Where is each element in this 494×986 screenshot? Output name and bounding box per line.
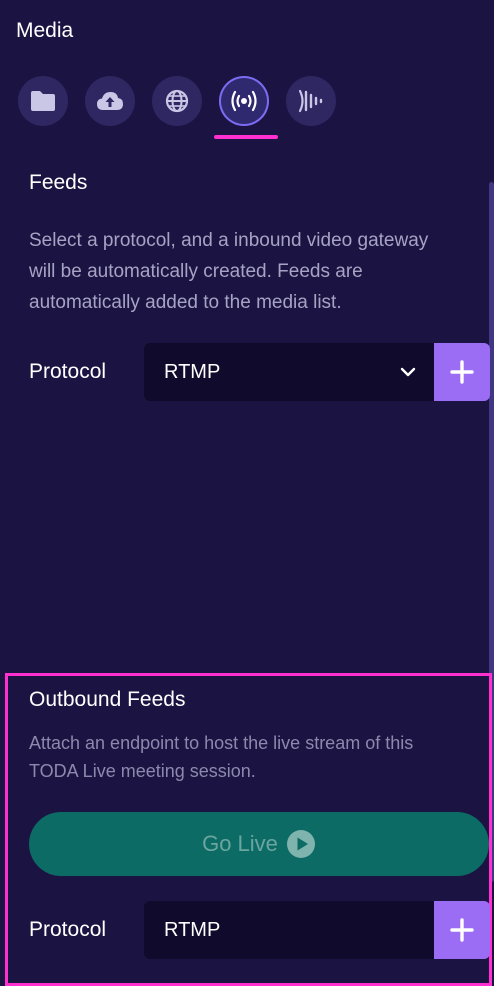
outbound-title: Outbound Feeds: [29, 688, 186, 711]
plus-icon: [450, 918, 474, 942]
page-title: Media: [16, 19, 74, 42]
folder-icon: [31, 91, 55, 111]
broadcast-icon: [231, 90, 257, 112]
tab-audio[interactable]: [286, 76, 336, 126]
go-live-button[interactable]: Go Live: [29, 812, 489, 876]
play-circle-icon: [286, 829, 316, 859]
add-feed-button[interactable]: [434, 343, 490, 401]
feeds-description-line: Select a protocol, and a inbound video g…: [29, 230, 429, 251]
feeds-protocol-label: Protocol: [29, 360, 107, 383]
feeds-description: Select a protocol, and a inbound video g…: [29, 225, 428, 318]
add-outbound-feed-button[interactable]: [434, 901, 490, 959]
tab-live-feeds[interactable]: [219, 76, 269, 126]
outbound-description: Attach an endpoint to host the live stre…: [29, 729, 413, 785]
feeds-description-line: automatically added to the media list.: [29, 292, 342, 313]
plus-icon: [450, 360, 474, 384]
go-live-label: Go Live: [202, 831, 278, 856]
outbound-protocol-value: RTMP: [164, 918, 221, 941]
chevron-down-icon: [400, 367, 416, 377]
feeds-protocol-value: RTMP: [164, 360, 221, 383]
outbound-description-line: TODA Live meeting session.: [29, 761, 256, 781]
outbound-protocol-label: Protocol: [29, 918, 107, 941]
cloud-upload-icon: [97, 92, 123, 110]
outbound-protocol-select[interactable]: RTMP: [144, 901, 434, 959]
tab-web[interactable]: [152, 76, 202, 126]
feeds-description-line: will be automatically created. Feeds are: [29, 261, 363, 282]
tab-folder[interactable]: [18, 76, 68, 126]
active-tab-indicator: [214, 135, 278, 139]
feeds-protocol-select[interactable]: RTMP: [144, 343, 434, 401]
globe-icon: [165, 89, 189, 113]
outbound-description-line: Attach an endpoint to host the live stre…: [29, 733, 414, 753]
scrollbar[interactable]: [489, 182, 494, 882]
feeds-title: Feeds: [29, 171, 88, 194]
tab-upload[interactable]: [85, 76, 135, 126]
audio-wave-icon: [298, 89, 323, 113]
